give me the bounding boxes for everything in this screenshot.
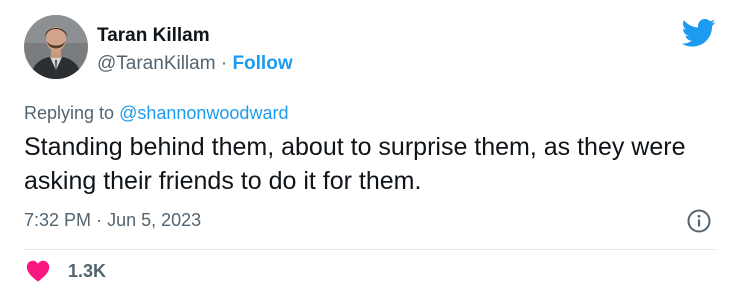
timestamp-separator: ·	[96, 210, 103, 230]
avatar[interactable]	[24, 15, 88, 79]
reply-prefix: Replying to	[24, 103, 115, 123]
handle-separator: ·	[220, 53, 228, 74]
reply-mention[interactable]: @shannonwoodward	[119, 103, 288, 123]
tweet-time: 7:32 PM	[24, 210, 92, 230]
tweet-date: Jun 5, 2023	[107, 210, 202, 230]
author-name[interactable]: Taran Killam	[97, 25, 210, 47]
author-handle-row: @TaranKillam · Follow	[97, 53, 293, 75]
like-button[interactable]: 1.3K	[26, 260, 106, 282]
follow-button[interactable]: Follow	[232, 53, 292, 74]
info-icon[interactable]	[686, 208, 712, 234]
tweet-timestamp[interactable]: 7:32 PM · Jun 5, 2023	[24, 210, 201, 231]
tweet-card: Taran Killam @TaranKillam · Follow Reply…	[0, 0, 740, 305]
reply-context: Replying to @shannonwoodward	[24, 103, 288, 124]
like-count: 1.3K	[68, 260, 107, 281]
heart-icon	[26, 260, 50, 282]
author-handle[interactable]: @TaranKillam	[97, 53, 216, 74]
divider	[24, 249, 716, 250]
twitter-bird-icon[interactable]	[682, 18, 716, 48]
tweet-text: Standing behind them, about to surprise …	[24, 133, 686, 195]
